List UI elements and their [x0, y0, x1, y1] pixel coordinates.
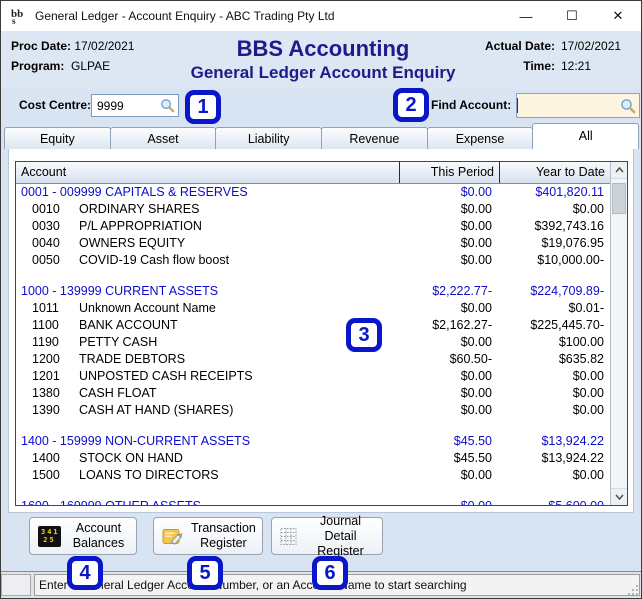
scrollbar-thumb[interactable]	[612, 183, 626, 214]
find-account-field-wrap	[516, 93, 640, 118]
scroll-down-button[interactable]	[611, 488, 627, 505]
table-spacer	[16, 484, 610, 498]
app-title: BBS Accounting	[236, 36, 410, 61]
status-bar-stub	[1, 574, 31, 596]
table-row[interactable]: 0040 OWNERS EQUITY $0.00 $19,076.95	[16, 235, 610, 252]
annotation-callout-5: 5	[187, 556, 223, 590]
svg-text:s: s	[12, 16, 16, 26]
table-row[interactable]: 1100 BANK ACCOUNT $2,162.27- $225,445.70-	[16, 317, 610, 334]
annotation-callout-1: 1	[185, 90, 221, 124]
table-row[interactable]: 1390 CASH AT HAND (SHARES) $0.00 $0.00	[16, 402, 610, 419]
minimize-button[interactable]: —	[503, 1, 549, 31]
table-row[interactable]: 1400 STOCK ON HAND $45.50 $13,924.22	[16, 450, 610, 467]
tab-liability[interactable]: Liability	[215, 127, 323, 149]
table-row[interactable]: 1201 UNPOSTED CASH RECEIPTS $0.00 $0.00	[16, 368, 610, 385]
column-header-this-period[interactable]: This Period	[399, 162, 499, 183]
table-row[interactable]: 0001 - 009999 CAPITALS & RESERVES $0.00 $4…	[16, 184, 610, 201]
resize-grip-icon[interactable]	[627, 584, 639, 596]
time: Time: 12:21	[523, 59, 592, 73]
find-account-input[interactable]	[517, 98, 613, 113]
annotation-callout-2: 2	[393, 88, 429, 122]
table-row[interactable]: 1011 Unknown Account Name $0.00 $0.01-	[16, 300, 610, 317]
annotation-callout-3: 3	[346, 318, 382, 352]
tab-asset[interactable]: Asset	[109, 127, 217, 149]
search-icon[interactable]	[620, 98, 636, 114]
table-row[interactable]: 1200 TRADE DEBTORS $60.50- $635.82	[16, 351, 610, 368]
page-title: General Ledger Account Enquiry	[190, 63, 456, 82]
tab-revenue[interactable]: Revenue	[321, 127, 428, 149]
table-row[interactable]: 0050 COVID-19 Cash flow boost $0.00 $10,000…	[16, 252, 610, 269]
vertical-scrollbar[interactable]	[610, 162, 627, 505]
cost-centre-field-wrap	[91, 94, 179, 117]
annotation-callout-6: 6	[312, 556, 348, 590]
column-header-year-to-date[interactable]: Year to Date	[499, 162, 611, 183]
grid-header: Account This Period Year to Date	[16, 162, 627, 184]
actual-date: Actual Date: 17/02/2021	[484, 39, 622, 53]
table-row[interactable]: 1500 LOANS TO DIRECTORS $0.00 $0.00	[16, 467, 610, 484]
transaction-register-button[interactable]: Transaction Register	[153, 517, 263, 555]
table-row[interactable]: 1000 - 139999 CURRENT ASSETS $2,222.77- $2…	[16, 283, 610, 300]
search-icon[interactable]	[160, 98, 175, 113]
cost-centre-input[interactable]	[92, 98, 152, 113]
account-type-tabs: Equity Asset Liability Revenue Expense All	[1, 123, 641, 149]
account-balances-button[interactable]: 341 25 Account Balances	[29, 517, 137, 555]
table-spacer	[16, 269, 610, 283]
table-spacer	[16, 419, 610, 433]
cost-centre-label: Cost Centre:	[19, 98, 92, 112]
app-window: bb s General Ledger - Account Enquiry - …	[0, 0, 642, 599]
table-row[interactable]: 0010 ORDINARY SHARES $0.00 $0.00	[16, 201, 610, 218]
close-button[interactable]: ✕	[595, 1, 641, 31]
grid-body: 0001 - 009999 CAPITALS & RESERVES $0.00 $4…	[16, 184, 610, 505]
search-controls-row: Cost Centre: Find Account:	[1, 89, 641, 123]
table-row[interactable]: 1400 - 159999 NON-CURRENT ASSETS $45.50 $1…	[16, 433, 610, 450]
window-titlebar: bb s General Ledger - Account Enquiry - …	[1, 1, 641, 31]
tab-expense[interactable]: Expense	[426, 127, 534, 149]
table-row[interactable]: 1600 - 169999 OTHER ASSETS$0.00$5,600.00	[16, 498, 610, 505]
program: Program: GLPAE	[11, 59, 111, 73]
annotation-callout-4: 4	[67, 556, 103, 590]
tab-all[interactable]: All	[532, 123, 640, 149]
column-header-account[interactable]: Account	[16, 162, 399, 183]
journal-detail-register-button[interactable]: Journal Detail Register	[271, 514, 383, 558]
balances-grid-icon: 341 25	[38, 525, 61, 547]
account-grid: Account This Period Year to Date 0001 - …	[15, 161, 628, 506]
proc-date: Proc Date: 17/02/2021	[11, 39, 135, 53]
table-row[interactable]: 1190 PETTY CASH $0.00 $100.00	[16, 334, 610, 351]
note-pencil-icon	[162, 528, 183, 545]
app-logo-icon: bb s	[11, 8, 23, 26]
table-row[interactable]: 0030 P/L APPROPRIATION $0.00 $392,743.16	[16, 218, 610, 235]
header-panel: Proc Date: 17/02/2021 Program: GLPAE BBS…	[1, 31, 641, 89]
window-title: General Ledger - Account Enquiry - ABC T…	[35, 9, 335, 23]
table-row[interactable]: 1380 CASH FLOAT $0.00 $0.00	[16, 385, 610, 402]
scroll-up-button[interactable]	[611, 162, 627, 179]
tab-equity[interactable]: Equity	[4, 127, 111, 149]
maximize-button[interactable]: ☐	[549, 1, 595, 31]
detail-grid-icon	[280, 527, 297, 545]
find-account-label: Find Account:	[431, 98, 512, 112]
content-panel: Account This Period Year to Date 0001 - …	[8, 149, 634, 513]
